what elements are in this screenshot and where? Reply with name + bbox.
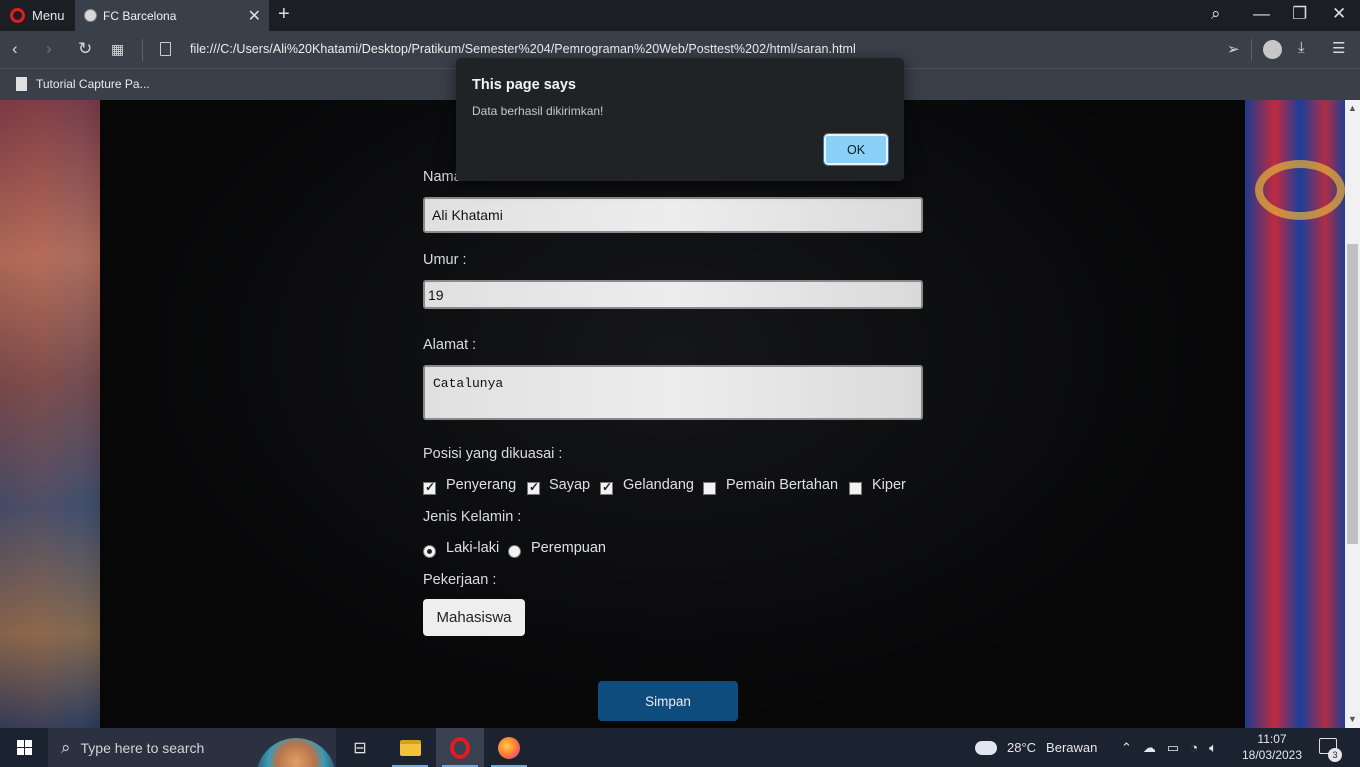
task-view-icon: ⊟ [353,739,367,757]
page-scrollbar[interactable]: ▲ ▼ [1345,100,1360,728]
left-background-image [0,100,100,728]
opera-menu-button[interactable]: Menu [0,0,74,31]
opera-logo-icon [10,8,25,23]
kiper-option: Kiper [872,477,906,493]
posisi-label: Posisi yang dikuasai : [423,446,563,462]
taskbar-clock[interactable]: 11:07 18/03/2023 [1236,731,1308,763]
windows-taskbar: ⌕ Type here to search ⊟ 28°C Berawan ⌃ ☁… [0,728,1360,767]
divider [142,39,143,61]
new-tab-icon[interactable]: + [278,3,290,26]
send-icon[interactable]: ➢ [1227,40,1240,58]
nama-input[interactable]: Ali Khatami [423,197,923,233]
firefox-icon [498,736,520,759]
close-tab-icon[interactable]: ✕ [248,6,261,26]
chevron-up-icon[interactable]: ⌃ [1121,740,1132,756]
gelandang-checkbox[interactable] [600,480,613,495]
minimize-icon[interactable]: — [1253,4,1270,24]
right-background-image [1245,100,1345,728]
page-icon [16,77,27,91]
laki-laki-radio[interactable] [423,545,436,558]
opera-icon [450,736,470,759]
weather-widget[interactable]: 28°C Berawan [971,728,1098,767]
pekerjaan-select[interactable]: Mahasiswa [423,599,525,636]
pemain-bertahan-checkbox[interactable] [703,482,716,495]
onedrive-cloud-icon[interactable]: ☁ [1143,740,1156,756]
weather-desc: Berawan [1046,740,1098,755]
search-placeholder: Type here to search [80,739,205,756]
forward-icon[interactable]: › [46,39,52,59]
restore-icon[interactable]: ❐ [1292,4,1307,24]
url-field[interactable]: file:///C:/Users/Ali%20Khatami/Desktop/P… [190,42,856,56]
penyerang-option: Penyerang [446,477,517,493]
task-view-button[interactable]: ⊟ [336,728,384,767]
reload-icon[interactable]: ↻ [78,39,92,59]
profile-avatar-icon[interactable] [1263,40,1282,59]
perempuan-option: Perempuan [531,540,606,556]
browser-tab-bar: Menu FC Barcelona ✕ + ⌕ — ❐ ✕ [0,0,1360,31]
tab-fc-barcelona[interactable]: FC Barcelona ✕ [75,0,269,31]
simpan-button[interactable]: Simpan [598,681,738,721]
system-tray: ⌃ ☁ ▭ ◔ 🔈︎ [1121,728,1217,767]
back-icon[interactable]: ‹ [12,39,18,59]
dialog-title: This page says [472,77,576,93]
battery-icon[interactable]: ▭ [1167,740,1179,756]
bookmark-item[interactable]: Tutorial Capture Pa... [16,77,150,91]
bookmark-label: Tutorial Capture Pa... [36,77,150,91]
opera-taskbar-button[interactable] [436,728,484,767]
sayap-option: Sayap [549,477,591,493]
close-window-icon[interactable]: ✕ [1332,4,1346,24]
notification-badge: 3 [1328,748,1342,762]
kiper-checkbox[interactable] [849,482,862,495]
scrollbar-thumb[interactable] [1347,244,1358,544]
pemain-bertahan-option: Pemain Bertahan [726,477,839,493]
umur-input[interactable]: 19 [423,280,923,309]
menu-label: Menu [32,8,65,23]
dialog-ok-button[interactable]: OK [823,133,889,166]
globe-icon [84,9,97,22]
firefox-taskbar-button[interactable] [485,728,533,767]
file-page-icon [160,42,171,56]
tabs-grid-icon[interactable]: ▦ [111,41,124,58]
easy-setup-icon[interactable]: ☰ [1332,39,1345,57]
pekerjaan-label: Pekerjaan : [423,572,497,588]
alert-dialog: This page says Data berhasil dikirimkan!… [456,58,904,181]
file-explorer-button[interactable] [386,728,434,767]
dialog-message: Data berhasil dikirimkan! [472,104,604,118]
kelamin-label: Jenis Kelamin : [423,509,522,525]
speaker-icon[interactable]: 🔈︎ [1209,740,1217,756]
divider [1251,39,1252,61]
penyerang-checkbox[interactable] [423,480,436,495]
search-icon: ⌕ [61,737,71,757]
wifi-icon[interactable]: ◔ [1190,740,1198,755]
clock-time: 11:07 [1257,732,1287,746]
folder-icon [399,739,421,756]
taskbar-search-box[interactable]: ⌕ Type here to search [48,728,336,767]
search-highlight-image [256,738,336,767]
download-icon[interactable]: ⤓ [1298,39,1305,56]
alamat-textarea[interactable]: Catalunya [423,365,923,420]
umur-label: Umur : [423,252,467,268]
weather-temp: 28°C [1007,740,1037,755]
windows-logo-icon [16,740,32,755]
sayap-checkbox[interactable] [527,480,540,495]
scroll-down-icon[interactable]: ▼ [1348,714,1357,724]
alamat-label: Alamat : [423,337,477,353]
perempuan-radio[interactable] [508,545,521,558]
clock-date: 18/03/2023 [1241,748,1303,762]
start-button[interactable] [0,728,48,767]
tab-title: FC Barcelona [103,8,177,23]
weather-cloudy-icon [971,734,997,755]
laki-laki-option: Laki-laki [446,540,500,556]
gelandang-option: Gelandang [623,477,694,493]
scroll-up-icon[interactable]: ▲ [1348,103,1357,113]
search-tabs-icon[interactable]: ⌕ [1211,4,1221,24]
